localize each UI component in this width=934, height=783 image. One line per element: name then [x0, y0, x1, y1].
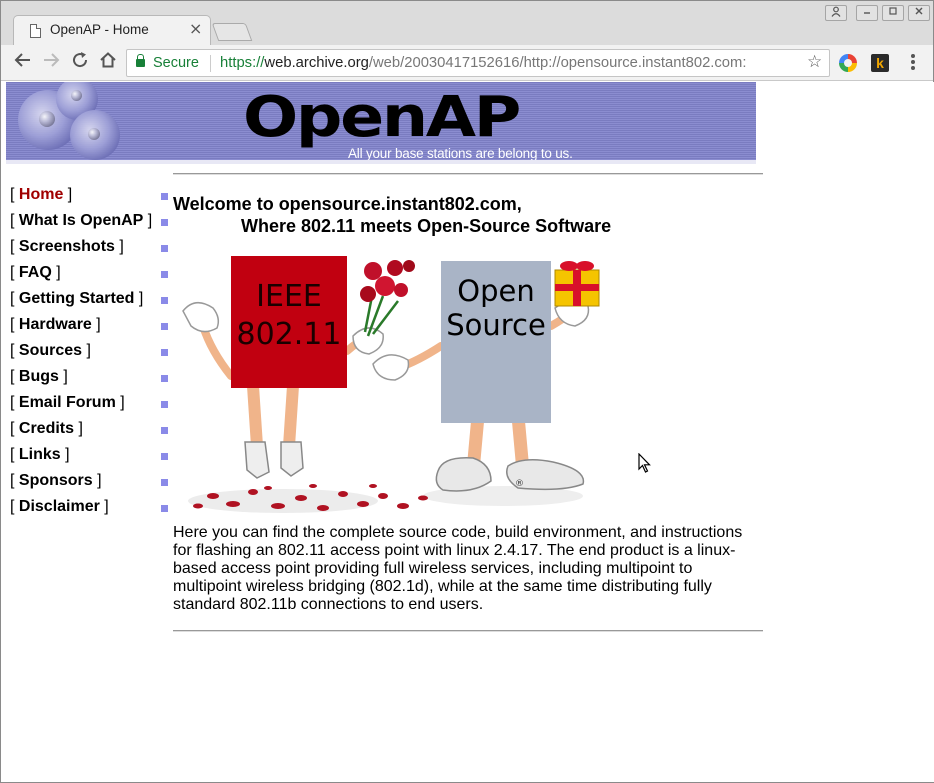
nav-item-sponsors: [ Sponsors ]: [10, 472, 170, 498]
openap-banner: OpenAP All your base stations are belong…: [6, 82, 756, 164]
nav-item-faq: [ FAQ ]: [10, 264, 170, 290]
back-button[interactable]: [11, 51, 35, 75]
address-bar[interactable]: Secure https://web.archive.org/web/20030…: [126, 49, 830, 77]
back-arrow-icon: [14, 53, 30, 67]
nav-item-getting-started: [ Getting Started ]: [10, 290, 170, 316]
url-scheme: https://: [220, 55, 265, 71]
nav-bullet: [161, 193, 168, 200]
welcome-heading: Welcome to opensource.instant802.com,: [173, 194, 522, 214]
nav-link-screenshots[interactable]: Screenshots: [19, 238, 115, 255]
gift-box-icon: [554, 261, 600, 307]
lock-icon: [136, 54, 145, 67]
nav-bullet: [161, 245, 168, 252]
nav-link-what-is-openap[interactable]: What Is OpenAP: [19, 212, 143, 229]
mouse-cursor-icon: [638, 453, 651, 473]
banner-stripe: [6, 160, 756, 164]
openap-logo: OpenAP: [243, 85, 521, 150]
nav-link-disclaimer[interactable]: Disclaimer: [19, 498, 100, 515]
document-icon: [30, 24, 41, 38]
bubble-graphic: [70, 110, 120, 160]
banner-tagline: All your base stations are belong to us.: [348, 146, 573, 161]
nav-bullet: [161, 375, 168, 382]
title-bar: OpenAP - Home ×: [1, 1, 933, 45]
nav-bullet: [161, 297, 168, 304]
url-host: web.archive.org: [264, 55, 369, 71]
open-source-sign-line2: Source: [446, 308, 546, 342]
nav-link-sources[interactable]: Sources: [19, 342, 82, 359]
registered-mark: ®: [515, 479, 524, 489]
home-icon: [100, 52, 116, 68]
nav-link-hardware[interactable]: Hardware: [19, 316, 92, 333]
maximize-button[interactable]: [882, 5, 904, 21]
minimize-button[interactable]: [856, 5, 878, 21]
nav-item-hardware: [ Hardware ]: [10, 316, 170, 342]
rose-bouquet-icon: [360, 260, 415, 337]
sidebar-nav: [ Home ] [ What Is OpenAP ] [ Screenshot…: [10, 186, 170, 524]
forward-button[interactable]: [39, 51, 63, 75]
omnibox-divider: [210, 55, 211, 72]
profile-icon[interactable]: [825, 5, 847, 21]
new-tab-button[interactable]: [211, 23, 253, 41]
nav-link-home[interactable]: Home: [19, 186, 63, 203]
nav-link-getting-started[interactable]: Getting Started: [19, 290, 135, 307]
browser-menu-icon[interactable]: [907, 52, 919, 74]
hero-illustration: IEEE 802.11 Open Source ®: [182, 256, 600, 513]
intro-paragraph: Here you can find the complete source co…: [173, 524, 743, 613]
browser-toolbar: Secure https://web.archive.org/web/20030…: [1, 45, 933, 81]
nav-bullet: [161, 323, 168, 330]
forward-arrow-icon: [44, 53, 60, 67]
nav-bullet: [161, 479, 168, 486]
nav-bullet: [161, 505, 168, 512]
reload-icon: [73, 52, 88, 68]
ieee-sign-line2: 802.11: [237, 317, 342, 352]
ieee-sign-line1: IEEE: [256, 279, 322, 314]
browser-window: OpenAP - Home × Secure https://web.archi…: [0, 0, 934, 783]
nav-item-disclaimer: [ Disclaimer ]: [10, 498, 170, 524]
open-source-sign-line1: Open: [457, 274, 534, 308]
page-viewport: OpenAP All your base stations are belong…: [2, 82, 934, 782]
nav-item-links: [ Links ]: [10, 446, 170, 472]
nav-item-credits: [ Credits ]: [10, 420, 170, 446]
secure-label: Secure: [153, 55, 199, 71]
nav-item-screenshots: [ Screenshots ]: [10, 238, 170, 264]
home-button[interactable]: [96, 51, 120, 75]
nav-link-faq[interactable]: FAQ: [19, 264, 52, 281]
left-glove-icon: [182, 302, 220, 333]
nav-link-credits[interactable]: Credits: [19, 420, 74, 437]
tab-openap-home[interactable]: OpenAP - Home ×: [13, 15, 211, 45]
extension-k-icon[interactable]: k: [871, 54, 889, 72]
nav-item-email-forum: [ Email Forum ]: [10, 394, 170, 420]
url-text[interactable]: https://web.archive.org/web/200304171526…: [220, 55, 798, 71]
nav-item-what-is-openap: [ What Is OpenAP ]: [10, 212, 170, 238]
nav-bullet: [161, 271, 168, 278]
nav-bullet: [161, 401, 168, 408]
extension-pinwheel-icon[interactable]: [839, 54, 857, 72]
horizontal-rule: [173, 630, 763, 632]
tab-close-icon[interactable]: ×: [189, 20, 202, 38]
nav-link-bugs[interactable]: Bugs: [19, 368, 59, 385]
bookmark-star-icon[interactable]: ☆: [807, 52, 822, 72]
right-glove-icon: [372, 354, 410, 381]
tab-title: OpenAP - Home: [50, 22, 149, 37]
welcome-subheading: Where 802.11 meets Open-Source Software: [241, 216, 612, 236]
nav-bullet: [161, 427, 168, 434]
url-path: /web/20030417152616/http://opensource.in…: [368, 55, 747, 71]
reload-button[interactable]: [68, 51, 92, 75]
nav-link-links[interactable]: Links: [19, 446, 61, 463]
horizontal-rule: [173, 173, 763, 175]
nav-item-home: [ Home ]: [10, 186, 170, 212]
nav-link-email-forum[interactable]: Email Forum: [19, 394, 116, 411]
nav-bullet: [161, 453, 168, 460]
nav-item-sources: [ Sources ]: [10, 342, 170, 368]
nav-bullet: [161, 219, 168, 226]
close-window-button[interactable]: [908, 5, 930, 21]
nav-bullet: [161, 349, 168, 356]
nav-item-bugs: [ Bugs ]: [10, 368, 170, 394]
nav-link-sponsors[interactable]: Sponsors: [19, 472, 93, 489]
